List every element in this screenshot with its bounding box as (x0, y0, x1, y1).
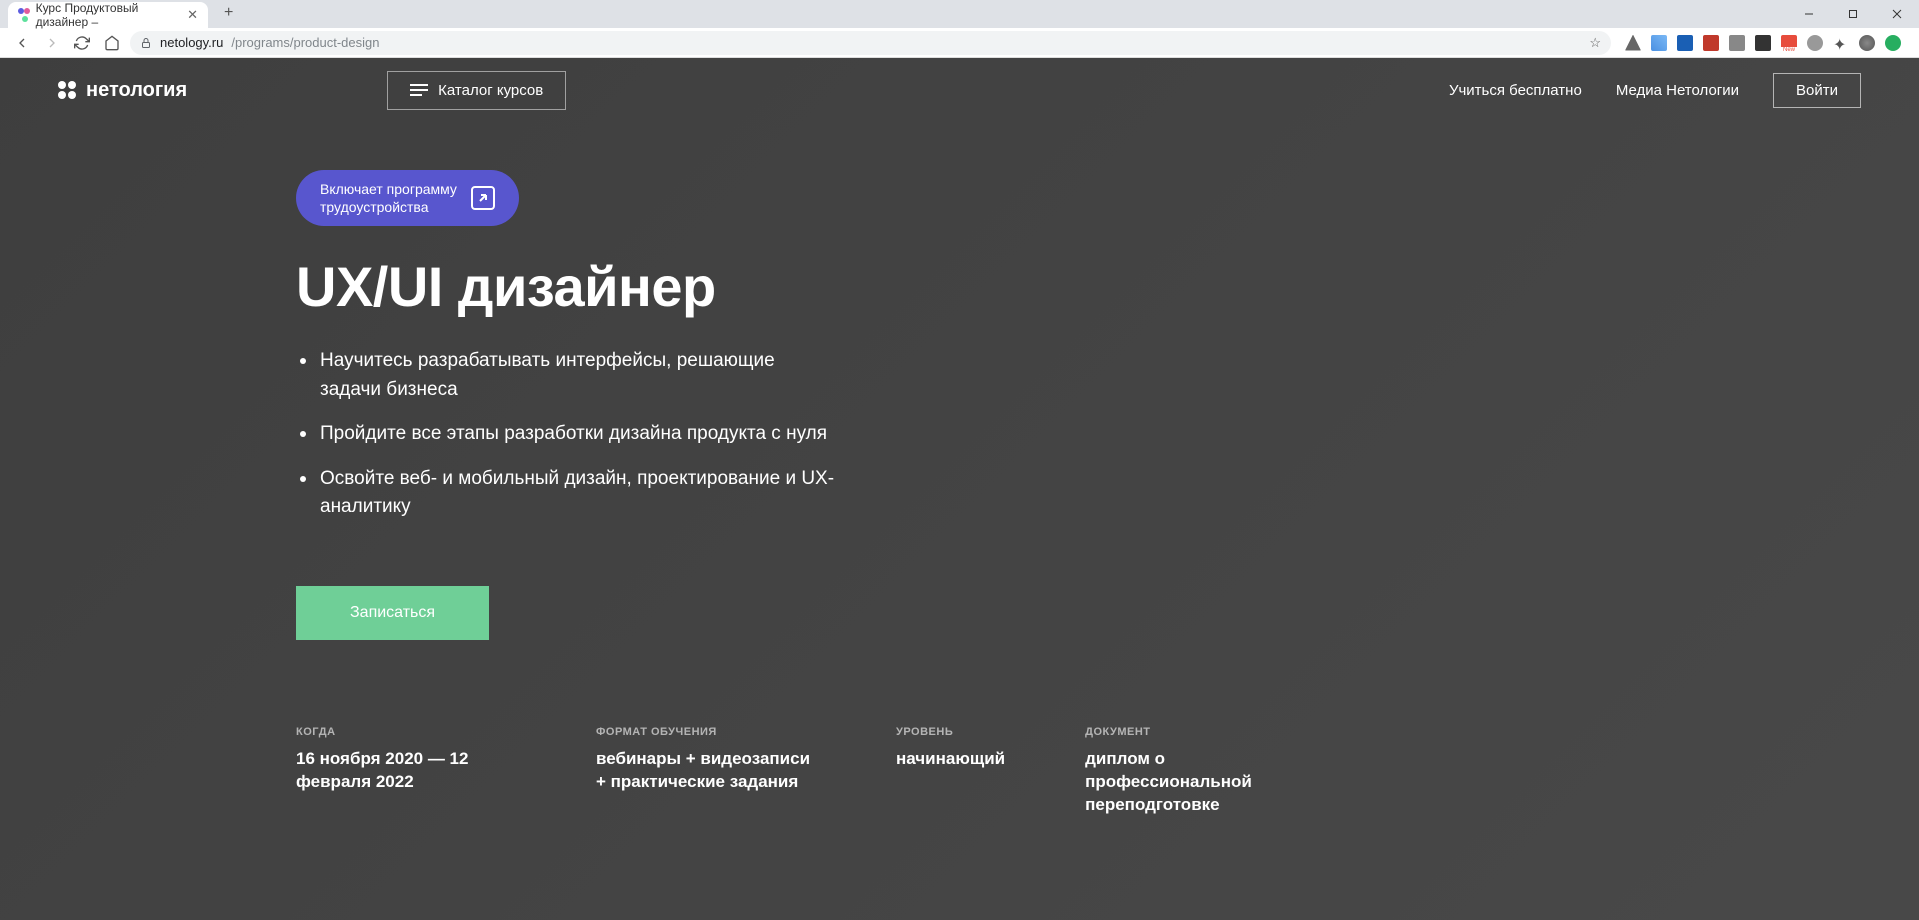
close-window-button[interactable] (1875, 2, 1919, 26)
info-value: вебинары + видеозаписи + практические за… (596, 748, 816, 794)
logo[interactable]: нетология (58, 79, 187, 102)
nav-media[interactable]: Медиа Нетологии (1616, 82, 1739, 99)
profile-avatar[interactable] (1859, 35, 1875, 51)
nav-links: Учиться бесплатно Медиа Нетологии Войти (1449, 73, 1861, 108)
site-header: нетология Каталог курсов Учиться бесплат… (0, 58, 1919, 122)
info-label: ФОРМАТ ОБУЧЕНИЯ (596, 726, 816, 738)
home-button[interactable] (100, 31, 124, 55)
address-bar[interactable]: netology.ru/programs/product-design ☆ (130, 31, 1611, 55)
url-domain: netology.ru (160, 35, 223, 50)
logo-text: нетология (86, 79, 187, 102)
feature-item: Научитесь разрабатывать интерфейсы, реша… (296, 347, 836, 404)
favicon-icon (18, 8, 30, 22)
info-document: ДОКУМЕНТ диплом о профессиональной переп… (1085, 726, 1305, 817)
page-title: UX/UI дизайнер (296, 254, 900, 319)
reload-button[interactable] (70, 31, 94, 55)
back-button[interactable] (10, 31, 34, 55)
course-info-row: КОГДА 16 ноября 2020 — 12 февраля 2022 Ф… (0, 726, 1919, 817)
info-label: КОГДА (296, 726, 516, 738)
badge-text: Включает программу трудоустройства (320, 180, 457, 216)
extension-icon[interactable]: New (1781, 35, 1797, 51)
extension-icon[interactable] (1677, 35, 1693, 51)
info-value: начинающий (896, 748, 1005, 771)
extension-icon[interactable] (1755, 35, 1771, 51)
enroll-button[interactable]: Записаться (296, 586, 489, 640)
info-label: ДОКУМЕНТ (1085, 726, 1305, 738)
info-level: УРОВЕНЬ начинающий (896, 726, 1005, 817)
info-value: 16 ноября 2020 — 12 февраля 2022 (296, 748, 516, 794)
catalog-button[interactable]: Каталог курсов (387, 71, 566, 110)
tab-title: Курс Продуктовый дизайнер – (36, 1, 176, 29)
extension-icon[interactable] (1651, 35, 1667, 51)
forward-button[interactable] (40, 31, 64, 55)
menu-icon (410, 83, 428, 97)
info-format: ФОРМАТ ОБУЧЕНИЯ вебинары + видеозаписи +… (596, 726, 816, 817)
feature-list: Научитесь разрабатывать интерфейсы, реша… (296, 347, 900, 522)
nav-free-learning[interactable]: Учиться бесплатно (1449, 82, 1582, 99)
arrow-icon (471, 186, 495, 210)
window-controls (1787, 2, 1919, 26)
browser-tab-strip: Курс Продуктовый дизайнер – ✕ + (0, 0, 1919, 28)
feature-item: Пройдите все этапы разработки дизайна пр… (296, 420, 836, 449)
extension-icons: New ✦ (1617, 35, 1909, 51)
lock-icon (140, 37, 152, 49)
login-button[interactable]: Войти (1773, 73, 1861, 108)
logo-icon (58, 81, 76, 99)
browser-tab[interactable]: Курс Продуктовый дизайнер – ✕ (8, 2, 208, 28)
catalog-label: Каталог курсов (438, 82, 543, 99)
extension-icon[interactable] (1729, 35, 1745, 51)
url-path: /programs/product-design (231, 35, 379, 50)
info-value: диплом о профессиональной переподготовке (1085, 748, 1305, 817)
employment-badge[interactable]: Включает программу трудоустройства (296, 170, 519, 226)
info-when: КОГДА 16 ноября 2020 — 12 февраля 2022 (296, 726, 516, 817)
extensions-puzzle-icon[interactable]: ✦ (1833, 35, 1849, 51)
feature-item: Освойте веб- и мобильный дизайн, проекти… (296, 465, 836, 522)
close-icon[interactable]: ✕ (187, 7, 198, 23)
hero-section: Включает программу трудоустройства UX/UI… (0, 122, 900, 640)
bookmark-star-icon[interactable]: ☆ (1589, 35, 1601, 51)
browser-toolbar: netology.ru/programs/product-design ☆ Ne… (0, 28, 1919, 58)
page-content: нетология Каталог курсов Учиться бесплат… (0, 58, 1919, 920)
maximize-button[interactable] (1831, 2, 1875, 26)
extension-icon[interactable] (1807, 35, 1823, 51)
extension-icon[interactable] (1885, 35, 1901, 51)
minimize-button[interactable] (1787, 2, 1831, 26)
new-tab-button[interactable]: + (218, 0, 239, 26)
info-label: УРОВЕНЬ (896, 726, 1005, 738)
extension-icon[interactable] (1703, 35, 1719, 51)
extension-icon[interactable] (1625, 35, 1641, 51)
